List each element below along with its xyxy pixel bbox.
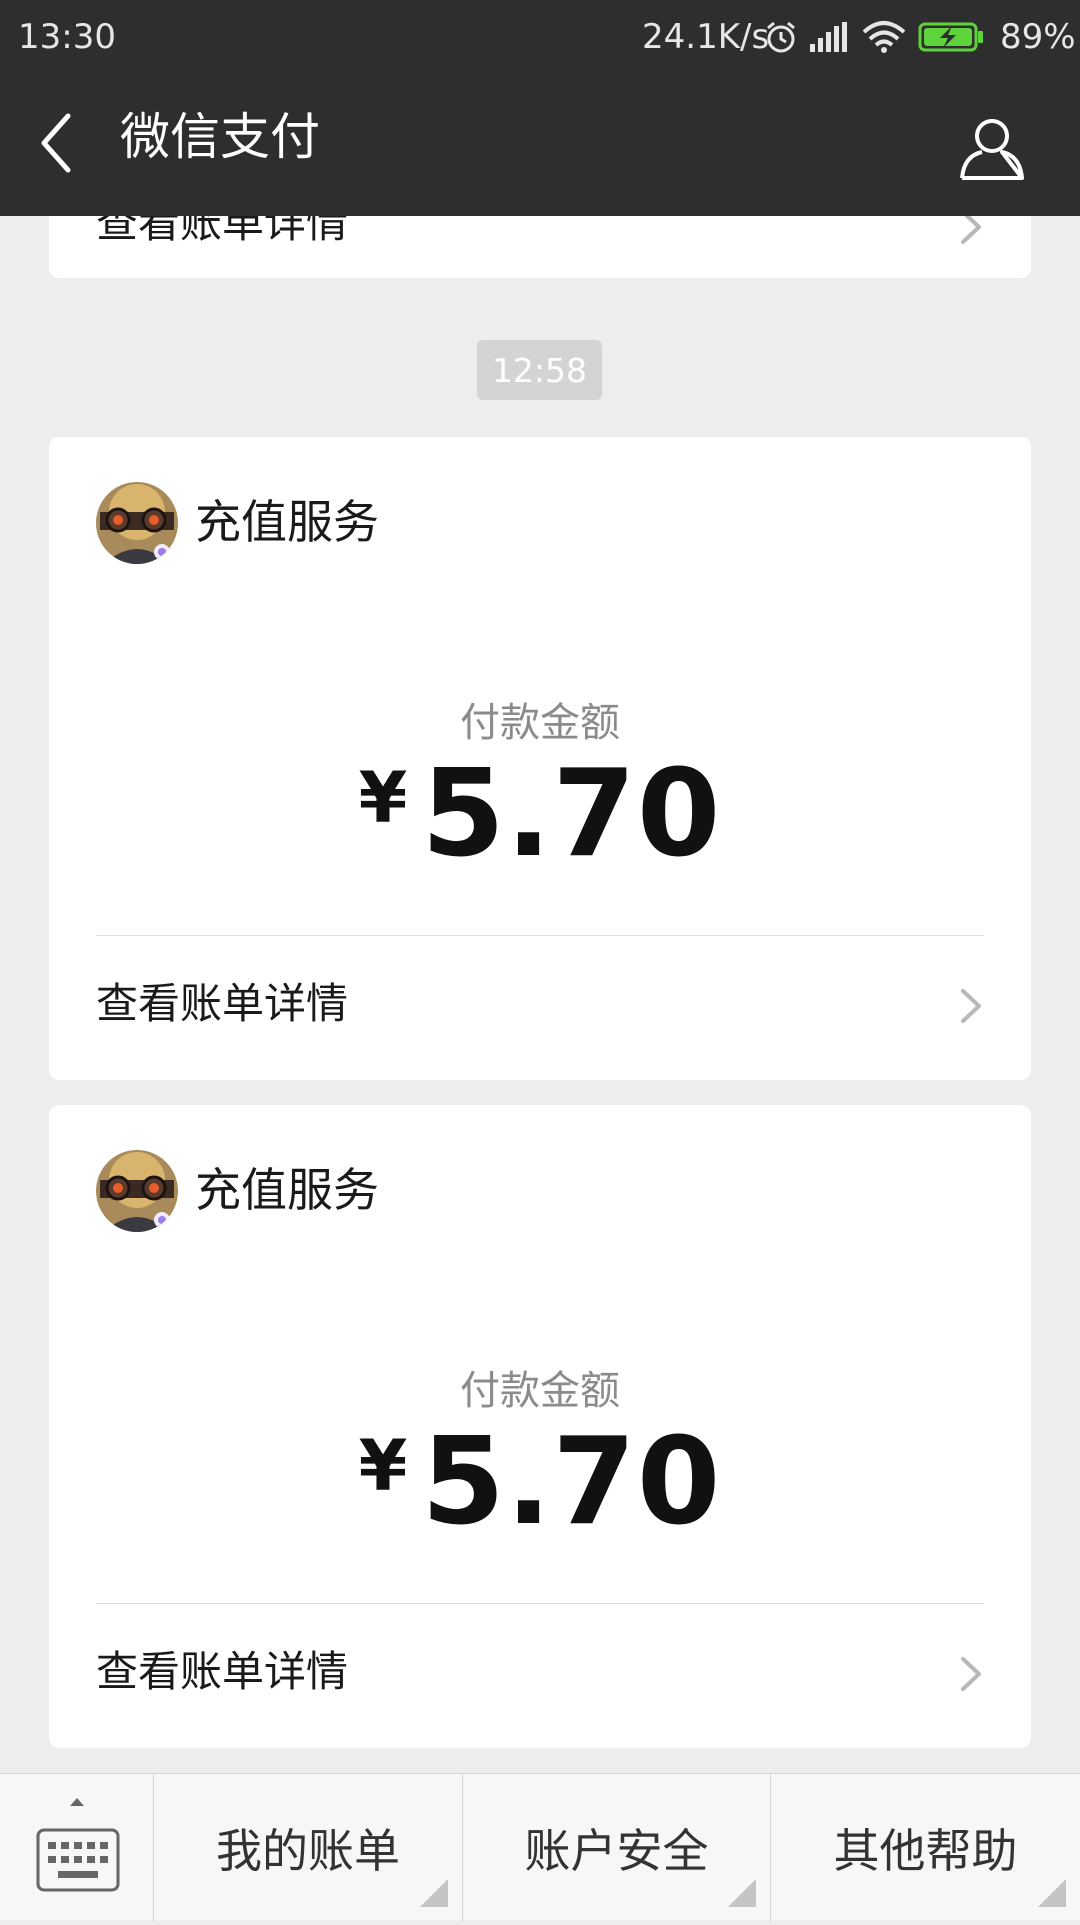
menu-item-label: 我的账单 (216, 1823, 400, 1878)
time-divider: 12:58 (477, 340, 602, 400)
menu-item-label: 其他帮助 (833, 1823, 1018, 1878)
status-time: 13:30 (18, 17, 116, 57)
submenu-indicator-icon (1038, 1879, 1066, 1907)
menu-item-account-security[interactable]: 账户安全 (463, 1774, 771, 1921)
currency-symbol: ¥ (358, 1425, 408, 1507)
view-bill-details-link[interactable]: 查看账单详情 (96, 983, 348, 1025)
payment-card[interactable]: 充值服务 付款金额 ¥ 5.70 查看账单详情 (49, 1105, 1031, 1748)
top-bar: 13:30 24.1K/s 89% 微信支付 (0, 0, 1080, 216)
battery-percent: 89% (1000, 17, 1076, 57)
menu-item-label: 账户安全 (524, 1823, 709, 1878)
merchant-avatar (96, 1150, 178, 1232)
battery-charging-icon (918, 22, 983, 52)
chevron-right-icon (961, 1657, 981, 1691)
submenu-indicator-icon (728, 1879, 756, 1907)
alarm-icon (767, 21, 795, 53)
currency-symbol: ¥ (358, 757, 408, 839)
amount-row: ¥ 5.70 (49, 755, 1031, 875)
merchant-name: 充值服务 (195, 1163, 379, 1217)
keyboard-toggle-button[interactable] (0, 1774, 154, 1921)
signal-icon (810, 22, 847, 52)
bottom-menu: 我的账单 账户安全 其他帮助 (0, 1773, 1080, 1921)
menu-item-other-help[interactable]: 其他帮助 (771, 1774, 1080, 1921)
amount-label: 付款金额 (460, 1368, 620, 1414)
payment-amount: 5.70 (421, 745, 722, 884)
menu-item-my-bills[interactable]: 我的账单 (154, 1774, 463, 1921)
wifi-icon (862, 21, 906, 53)
person-icon[interactable] (956, 112, 1028, 184)
amount-row: ¥ 5.70 (49, 1423, 1031, 1543)
merchant-name: 充值服务 (195, 495, 379, 549)
payment-amount: 5.70 (421, 1413, 722, 1552)
divider (96, 1603, 984, 1604)
network-rate: 24.1K/s (642, 17, 770, 57)
merchant-avatar (96, 482, 178, 564)
keyboard-icon (36, 1798, 120, 1892)
chevron-right-icon (961, 989, 981, 1023)
amount-label: 付款金额 (460, 700, 620, 746)
submenu-indicator-icon (420, 1879, 448, 1907)
view-bill-details-link[interactable]: 查看账单详情 (96, 1651, 348, 1693)
back-arrow-icon[interactable] (28, 106, 88, 180)
page-title: 微信支付 (120, 108, 320, 166)
payment-card[interactable]: 充值服务 付款金额 ¥ 5.70 查看账单详情 (49, 437, 1031, 1080)
divider (96, 935, 984, 936)
